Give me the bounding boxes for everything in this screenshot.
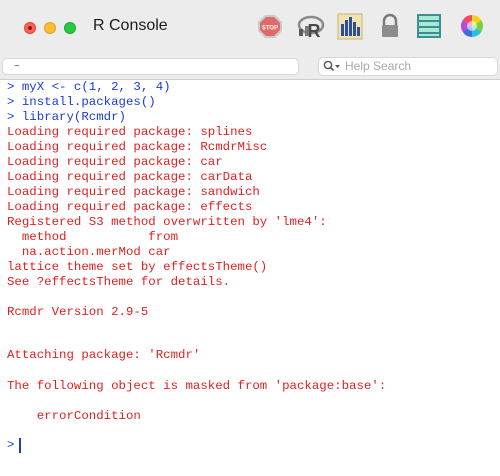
- r-logo-icon[interactable]: R: [296, 12, 330, 40]
- console-line: method from: [7, 230, 179, 244]
- console-line: Loading required package: car: [7, 155, 223, 169]
- console-line: na.action.merMod car: [7, 245, 171, 259]
- svg-text:R: R: [308, 21, 321, 40]
- console-line: The following object is masked from 'pac…: [7, 379, 387, 393]
- console-line: Loading required package: effects: [7, 200, 253, 214]
- console-line: Loading required package: splines: [7, 125, 253, 139]
- r-console-window: R Console STOP R ~ Help Search > myX <- …: [0, 0, 500, 476]
- title-bar: R Console STOP R: [0, 0, 500, 56]
- console-line: Attaching package: 'Rcmdr': [7, 348, 201, 362]
- console-line: errorCondition: [7, 409, 141, 423]
- console-line: lattice theme set by effectsTheme(): [7, 260, 268, 274]
- list-icon[interactable]: [416, 12, 442, 40]
- chart-icon[interactable]: [337, 12, 363, 40]
- minimize-window-button[interactable]: [44, 22, 56, 34]
- console-line: > myX <- c(1, 2, 3, 4): [7, 80, 171, 94]
- console-line: Loading required package: RcmdrMisc: [7, 140, 268, 154]
- color-wheel-icon[interactable]: [459, 12, 485, 40]
- search-icon: [323, 60, 340, 72]
- console-line: > library(Rcmdr): [7, 110, 126, 124]
- text-cursor: [19, 438, 21, 453]
- console-line: Rcmdr Version 2.9-5: [7, 305, 149, 319]
- zoom-window-button[interactable]: [64, 22, 76, 34]
- console-line: Loading required package: sandwich: [7, 185, 260, 199]
- stop-label: STOP: [262, 26, 278, 32]
- lock-icon[interactable]: [379, 12, 401, 40]
- directory-bar: ~ Help Search: [0, 56, 500, 80]
- close-window-button[interactable]: [24, 22, 36, 34]
- console-line: Registered S3 method overwritten by 'lme…: [7, 215, 327, 229]
- help-search-field[interactable]: Help Search: [319, 58, 497, 75]
- help-search-placeholder: Help Search: [345, 59, 412, 73]
- console-line: Loading required package: carData: [7, 170, 253, 184]
- console-line: See ?effectsTheme for details.: [7, 275, 231, 289]
- window-title: R Console: [93, 17, 168, 34]
- stop-icon[interactable]: STOP: [257, 12, 283, 40]
- console-line: > install.packages(): [7, 95, 156, 109]
- console-output[interactable]: > myX <- c(1, 2, 3, 4) > install.package…: [0, 80, 500, 476]
- console-prompt: >: [7, 438, 15, 452]
- working-directory-field[interactable]: ~: [3, 59, 298, 74]
